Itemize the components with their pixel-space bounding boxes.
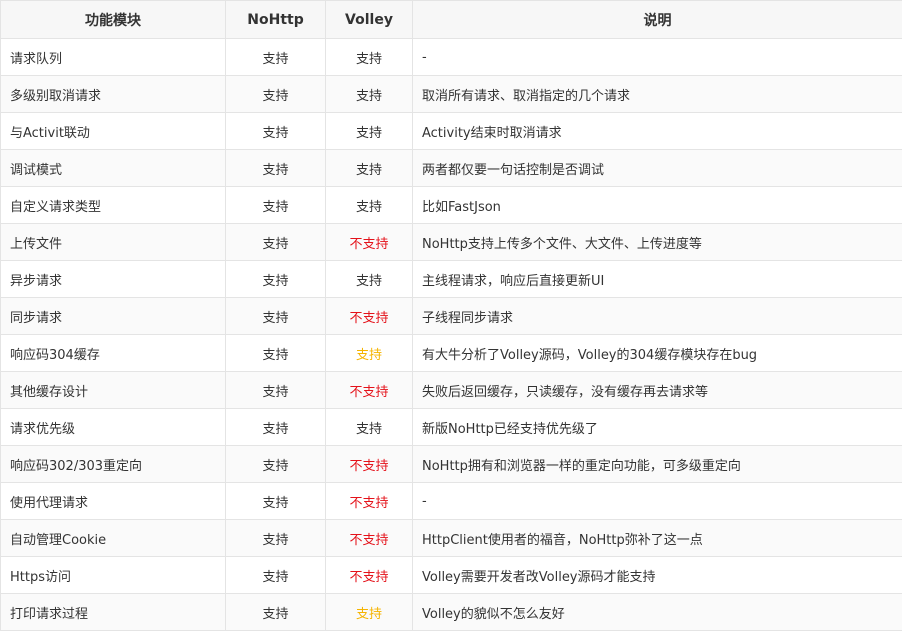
feature-cell: 异步请求 [1, 261, 226, 298]
volley-support-cell: 支持 [326, 113, 413, 150]
feature-cell: 上传文件 [1, 224, 226, 261]
volley-support-cell: 支持 [326, 39, 413, 76]
table-row: 与Activit联动支持支持Activity结束时取消请求 [1, 113, 902, 150]
nohttp-support-cell: 支持 [226, 113, 326, 150]
description-cell: 有大牛分析了Volley源码，Volley的304缓存模块存在bug [413, 335, 902, 372]
description-cell: 取消所有请求、取消指定的几个请求 [413, 76, 902, 113]
table-row: 上传文件支持不支持NoHttp支持上传多个文件、大文件、上传进度等 [1, 224, 902, 261]
volley-support-cell: 支持 [326, 335, 413, 372]
nohttp-support-cell: 支持 [226, 483, 326, 520]
header-nohttp: NoHttp [226, 1, 326, 39]
header-volley: Volley [326, 1, 413, 39]
table-row: 自定义请求类型支持支持比如FastJson [1, 187, 902, 224]
nohttp-support-cell: 支持 [226, 372, 326, 409]
description-cell: 子线程同步请求 [413, 298, 902, 335]
nohttp-support-cell: 支持 [226, 261, 326, 298]
volley-support-cell: 不支持 [326, 224, 413, 261]
header-feature: 功能模块 [1, 1, 226, 39]
description-cell: Volley的貌似不怎么友好 [413, 594, 902, 631]
table-row: 异步请求支持支持主线程请求，响应后直接更新UI [1, 261, 902, 298]
nohttp-support-cell: 支持 [226, 298, 326, 335]
feature-cell: 其他缓存设计 [1, 372, 226, 409]
volley-support-cell: 不支持 [326, 298, 413, 335]
description-cell: 新版NoHttp已经支持优先级了 [413, 409, 902, 446]
nohttp-support-cell: 支持 [226, 446, 326, 483]
volley-support-cell: 不支持 [326, 520, 413, 557]
volley-support-cell: 不支持 [326, 372, 413, 409]
table-header: 功能模块 NoHttp Volley 说明 [1, 1, 902, 39]
feature-cell: 请求优先级 [1, 409, 226, 446]
nohttp-support-cell: 支持 [226, 187, 326, 224]
nohttp-support-cell: 支持 [226, 150, 326, 187]
table-row: 其他缓存设计支持不支持失败后返回缓存，只读缓存，没有缓存再去请求等 [1, 372, 902, 409]
nohttp-support-cell: 支持 [226, 224, 326, 261]
volley-support-cell: 不支持 [326, 446, 413, 483]
feature-cell: 使用代理请求 [1, 483, 226, 520]
description-cell: 失败后返回缓存，只读缓存，没有缓存再去请求等 [413, 372, 902, 409]
description-cell: 两者都仅要一句话控制是否调试 [413, 150, 902, 187]
feature-cell: 请求队列 [1, 39, 226, 76]
feature-cell: 调试模式 [1, 150, 226, 187]
volley-support-cell: 支持 [326, 409, 413, 446]
feature-cell: 自动管理Cookie [1, 520, 226, 557]
volley-support-cell: 不支持 [326, 557, 413, 594]
feature-cell: 自定义请求类型 [1, 187, 226, 224]
volley-support-cell: 支持 [326, 187, 413, 224]
table-row: 使用代理请求支持不支持- [1, 483, 902, 520]
description-cell: Activity结束时取消请求 [413, 113, 902, 150]
nohttp-support-cell: 支持 [226, 76, 326, 113]
volley-support-cell: 支持 [326, 150, 413, 187]
table-row: 响应码302/303重定向支持不支持NoHttp拥有和浏览器一样的重定向功能，可… [1, 446, 902, 483]
feature-cell: 响应码302/303重定向 [1, 446, 226, 483]
description-cell: - [413, 483, 902, 520]
description-cell: 比如FastJson [413, 187, 902, 224]
description-cell: Volley需要开发者改Volley源码才能支持 [413, 557, 902, 594]
nohttp-support-cell: 支持 [226, 335, 326, 372]
table-row: 请求优先级支持支持新版NoHttp已经支持优先级了 [1, 409, 902, 446]
description-cell: NoHttp支持上传多个文件、大文件、上传进度等 [413, 224, 902, 261]
volley-support-cell: 支持 [326, 261, 413, 298]
feature-cell: 与Activit联动 [1, 113, 226, 150]
description-cell: HttpClient使用者的福音，NoHttp弥补了这一点 [413, 520, 902, 557]
header-row: 功能模块 NoHttp Volley 说明 [1, 1, 902, 39]
feature-cell: 打印请求过程 [1, 594, 226, 631]
volley-support-cell: 支持 [326, 594, 413, 631]
description-cell: NoHttp拥有和浏览器一样的重定向功能，可多级重定向 [413, 446, 902, 483]
nohttp-support-cell: 支持 [226, 557, 326, 594]
table-row: Https访问支持不支持Volley需要开发者改Volley源码才能支持 [1, 557, 902, 594]
feature-cell: 响应码304缓存 [1, 335, 226, 372]
feature-cell: Https访问 [1, 557, 226, 594]
nohttp-support-cell: 支持 [226, 39, 326, 76]
description-cell: 主线程请求，响应后直接更新UI [413, 261, 902, 298]
feature-cell: 多级别取消请求 [1, 76, 226, 113]
header-description: 说明 [413, 1, 902, 39]
table-body: 请求队列支持支持-多级别取消请求支持支持取消所有请求、取消指定的几个请求与Act… [1, 39, 902, 631]
nohttp-support-cell: 支持 [226, 409, 326, 446]
description-cell: - [413, 39, 902, 76]
nohttp-support-cell: 支持 [226, 594, 326, 631]
volley-support-cell: 不支持 [326, 483, 413, 520]
table-row: 同步请求支持不支持子线程同步请求 [1, 298, 902, 335]
nohttp-support-cell: 支持 [226, 520, 326, 557]
table-row: 响应码304缓存支持支持有大牛分析了Volley源码，Volley的304缓存模… [1, 335, 902, 372]
feature-cell: 同步请求 [1, 298, 226, 335]
volley-support-cell: 支持 [326, 76, 413, 113]
table-row: 多级别取消请求支持支持取消所有请求、取消指定的几个请求 [1, 76, 902, 113]
table-row: 打印请求过程支持支持Volley的貌似不怎么友好 [1, 594, 902, 631]
comparison-table: 功能模块 NoHttp Volley 说明 请求队列支持支持-多级别取消请求支持… [0, 0, 902, 631]
table-row: 调试模式支持支持两者都仅要一句话控制是否调试 [1, 150, 902, 187]
table-row: 请求队列支持支持- [1, 39, 902, 76]
table-row: 自动管理Cookie支持不支持HttpClient使用者的福音，NoHttp弥补… [1, 520, 902, 557]
